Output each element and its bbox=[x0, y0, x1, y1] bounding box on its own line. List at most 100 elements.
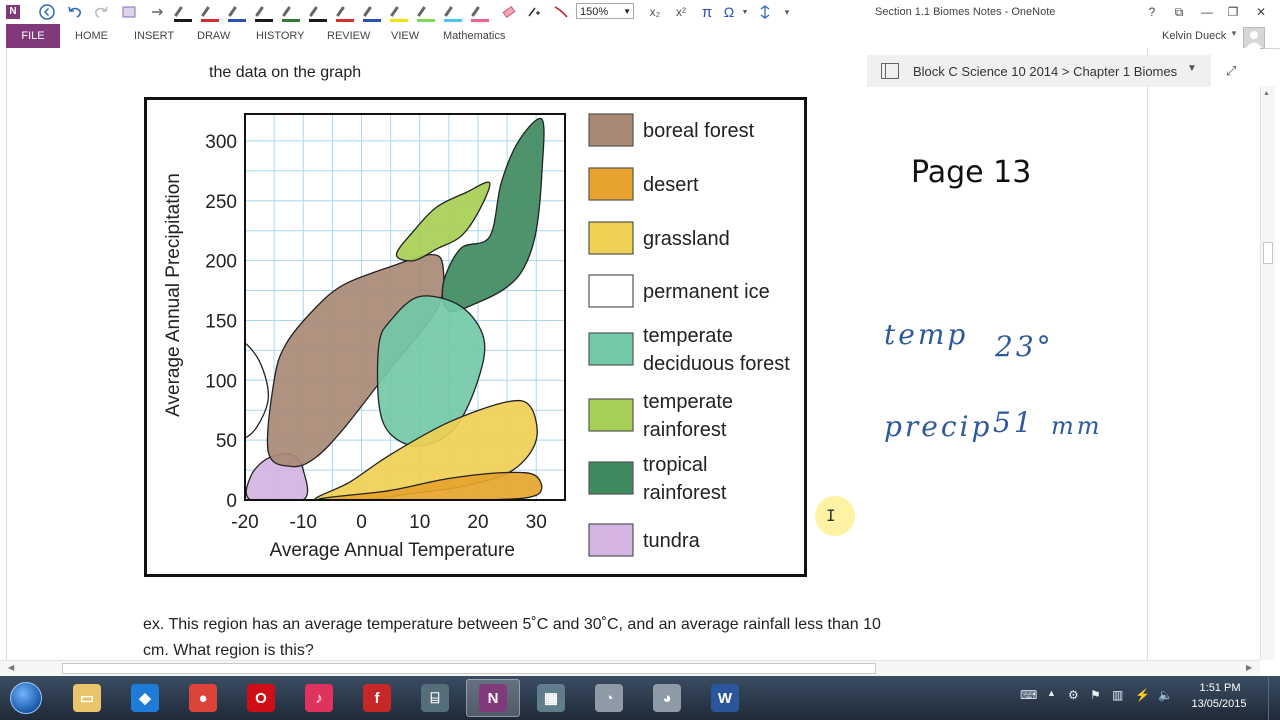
network-icon[interactable]: ▥ bbox=[1112, 688, 1123, 702]
pen-9-icon[interactable] bbox=[390, 4, 408, 22]
taskbar-calculator[interactable]: ▦ bbox=[524, 679, 578, 717]
horizontal-scrollbar[interactable]: ◀ ▶ bbox=[0, 660, 1260, 677]
vertical-scroll-thumb[interactable] bbox=[1263, 242, 1273, 264]
tab-draw[interactable]: DRAW bbox=[197, 24, 230, 48]
keyboard-icon[interactable]: ⌨ bbox=[1020, 688, 1037, 702]
question-line-2[interactable]: cm. What region is this? bbox=[143, 642, 314, 660]
pen-4-icon[interactable] bbox=[255, 4, 273, 22]
x-tick-label: -10 bbox=[290, 512, 317, 533]
add-pen-icon[interactable] bbox=[524, 3, 542, 21]
flag-icon[interactable]: ⚑ bbox=[1090, 688, 1101, 702]
y-tick-label: 50 bbox=[216, 431, 237, 452]
account-chevron-icon[interactable]: ▼ bbox=[1230, 29, 1238, 38]
tab-home[interactable]: HOME bbox=[75, 24, 108, 48]
handwriting-precip-unit[interactable]: mm bbox=[1051, 412, 1103, 440]
taskbar-itunes[interactable]: ♪ bbox=[292, 679, 346, 717]
pen-2-icon[interactable] bbox=[201, 4, 219, 22]
pen-12-icon[interactable] bbox=[471, 4, 489, 22]
taskbar-chrome[interactable]: ● bbox=[176, 679, 230, 717]
handwriting-temp[interactable]: temp bbox=[884, 318, 968, 351]
show-hidden-icons-icon[interactable]: ▲ bbox=[1047, 688, 1056, 698]
taskbar-onenote[interactable]: N bbox=[466, 679, 520, 717]
power-icon[interactable]: ⚡ bbox=[1135, 688, 1150, 702]
back-icon[interactable] bbox=[38, 3, 56, 21]
vertical-scrollbar[interactable]: ▲ bbox=[1260, 86, 1275, 660]
taskbar-dropbox[interactable]: ◆ bbox=[118, 679, 172, 717]
undo-icon[interactable] bbox=[66, 3, 84, 21]
taskbar-clock-tool-1[interactable]: ◔ bbox=[582, 679, 636, 717]
notebook-navigation[interactable]: Block C Science 10 2014 > Chapter 1 Biom… bbox=[867, 55, 1211, 87]
taskbar-word[interactable]: W bbox=[698, 679, 752, 717]
tab-mathematics[interactable]: Mathematics bbox=[443, 24, 505, 48]
legend-label-temperate-deciduous-forest-line2: deciduous forest bbox=[643, 353, 790, 375]
question-line-1[interactable]: ex. This region has an average temperatu… bbox=[143, 616, 881, 634]
insert-space-icon[interactable] bbox=[148, 3, 166, 21]
taskbar-opera[interactable]: O bbox=[234, 679, 288, 717]
show-desktop-button[interactable] bbox=[1268, 676, 1280, 720]
pen-10-icon[interactable] bbox=[417, 4, 435, 22]
legend-swatch-tropical-rainforest bbox=[588, 461, 634, 495]
scroll-left-icon[interactable]: ◀ bbox=[8, 663, 14, 672]
volume-icon[interactable]: 🔈 bbox=[1158, 688, 1173, 702]
breadcrumb[interactable]: Block C Science 10 2014 > Chapter 1 Biom… bbox=[913, 64, 1177, 79]
taskbar-explorer[interactable]: ▭ bbox=[60, 679, 114, 717]
title-bar: N 150% ▼ x₂ x² π Ω ▼ ▾ Section 1.1 Biome… bbox=[0, 0, 1280, 25]
taskbar-flash[interactable]: f bbox=[350, 679, 404, 717]
flash-icon: f bbox=[363, 684, 391, 712]
avatar[interactable] bbox=[1243, 27, 1265, 49]
biome-graph[interactable]: -20 -10 0 10 20 30 0 50 100 150 200 250 300 Average A… bbox=[144, 97, 807, 577]
note-text-top[interactable]: the data on the graph bbox=[209, 64, 361, 82]
explorer-icon: ▭ bbox=[73, 684, 101, 712]
maximize-button[interactable]: ❐ bbox=[1222, 3, 1244, 21]
lasso-select-icon[interactable] bbox=[120, 3, 138, 21]
page-number-label[interactable]: Page 13 bbox=[911, 155, 1031, 190]
usb-icon[interactable]: ⚙ bbox=[1068, 688, 1079, 702]
close-button[interactable]: ✕ bbox=[1250, 3, 1272, 21]
tab-insert[interactable]: INSERT bbox=[134, 24, 174, 48]
align-icon[interactable] bbox=[756, 3, 774, 21]
chevron-down-icon[interactable]: ▼ bbox=[1187, 63, 1197, 74]
tab-view[interactable]: VIEW bbox=[391, 24, 419, 48]
taskbar-clock-tool-2[interactable]: ◕ bbox=[640, 679, 694, 717]
horizontal-scroll-thumb[interactable] bbox=[62, 663, 876, 674]
handwriting-precip[interactable]: precip bbox=[884, 410, 992, 443]
scroll-up-icon[interactable]: ▲ bbox=[1263, 90, 1270, 97]
legend-swatch-tundra bbox=[588, 523, 634, 557]
handwriting-precip-value[interactable]: 51 bbox=[993, 406, 1035, 439]
pi-symbol-button[interactable]: π bbox=[698, 3, 716, 21]
itunes-icon: ♪ bbox=[305, 684, 333, 712]
pen-7-icon[interactable] bbox=[336, 4, 354, 22]
tab-history[interactable]: HISTORY bbox=[256, 24, 305, 48]
ribbon-display-button[interactable]: ⧉ bbox=[1168, 3, 1190, 21]
customize-qat-icon[interactable]: ▾ bbox=[778, 3, 796, 21]
clock-time[interactable]: 1:51 PM bbox=[1195, 682, 1245, 694]
pen-5-icon[interactable] bbox=[282, 4, 300, 22]
symbol-dropdown-icon[interactable]: ▼ bbox=[736, 3, 754, 21]
y-tick-label: 0 bbox=[226, 491, 237, 512]
scroll-right-icon[interactable]: ▶ bbox=[1246, 663, 1252, 672]
superscript-button[interactable]: x² bbox=[670, 3, 692, 21]
start-button[interactable] bbox=[6, 679, 46, 717]
handwriting-temp-value[interactable]: 23° bbox=[995, 330, 1054, 363]
tab-file[interactable]: FILE bbox=[6, 24, 60, 48]
pen-11-icon[interactable] bbox=[444, 4, 462, 22]
tab-review[interactable]: REVIEW bbox=[327, 24, 370, 48]
taskbar-network-tool[interactable]: ⌸ bbox=[408, 679, 462, 717]
eraser-icon[interactable] bbox=[500, 3, 518, 21]
expand-page-icon[interactable]: ⤢ bbox=[1226, 63, 1236, 79]
clock-date[interactable]: 13/05/2015 bbox=[1186, 698, 1252, 710]
opera-icon: O bbox=[247, 684, 275, 712]
minimize-button[interactable]: — bbox=[1196, 3, 1218, 21]
zoom-select[interactable]: 150% ▼ bbox=[576, 3, 634, 19]
x-tick-label: 10 bbox=[409, 512, 430, 533]
pen-8-icon[interactable] bbox=[363, 4, 381, 22]
pen-6-icon[interactable] bbox=[309, 4, 327, 22]
pen-1-icon[interactable] bbox=[174, 4, 192, 22]
onenote-app-icon[interactable]: N bbox=[4, 3, 22, 21]
redo-icon[interactable] bbox=[92, 3, 110, 21]
pen-3-icon[interactable] bbox=[228, 4, 246, 22]
help-button[interactable]: ? bbox=[1141, 3, 1163, 21]
draw-line-icon[interactable] bbox=[552, 3, 570, 21]
subscript-button[interactable]: x₂ bbox=[644, 3, 666, 21]
user-name[interactable]: Kelvin Dueck bbox=[1162, 30, 1226, 42]
